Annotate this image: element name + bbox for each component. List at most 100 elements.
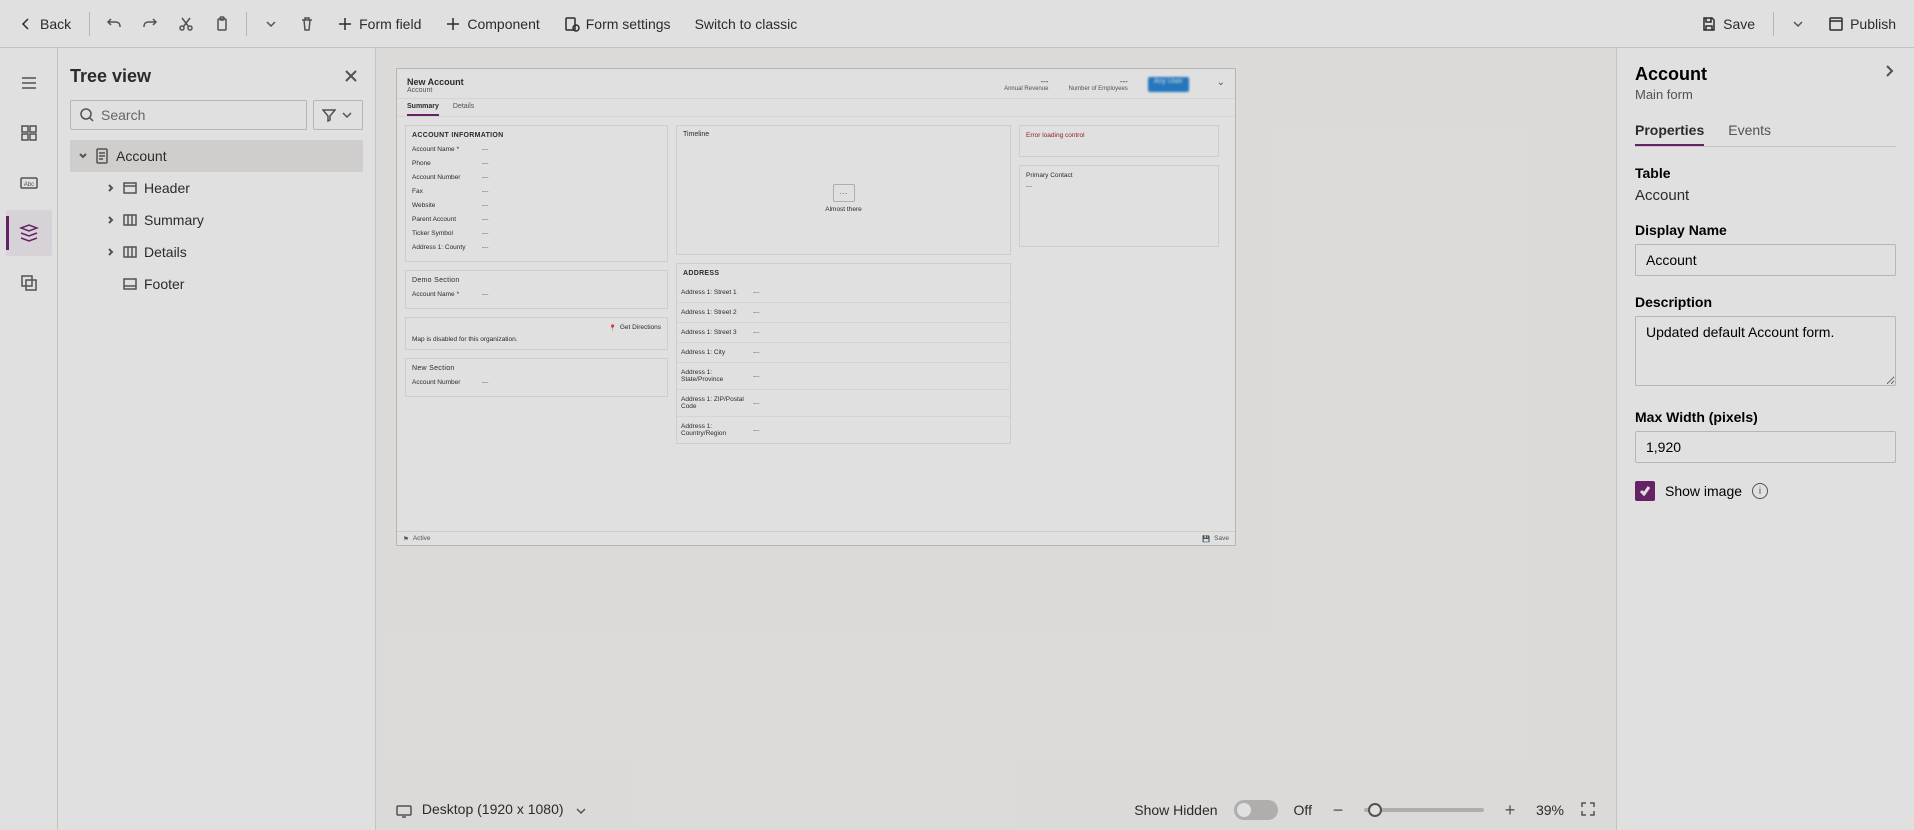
field-row[interactable]: Fax--- (412, 185, 661, 199)
header-field-label: Number of Employees (1068, 86, 1127, 92)
section-map[interactable]: 📍Get Directions Map is disabled for this… (405, 317, 668, 350)
zoom-out-button[interactable]: − (1328, 800, 1348, 821)
error-control[interactable]: Error loading control (1019, 125, 1219, 157)
field-row[interactable]: Address 1: Street 1--- (677, 283, 1010, 303)
form-preview[interactable]: New Account Account --- Annual Revenue -… (396, 68, 1236, 546)
section-demo[interactable]: Demo Section Account Name* --- (405, 270, 668, 309)
delete-icon[interactable] (291, 8, 323, 40)
prop-subtitle: Main form (1635, 87, 1707, 102)
back-button[interactable]: Back (8, 10, 81, 38)
field-row[interactable]: Account Number --- (412, 376, 661, 390)
section-title: New Section (412, 365, 661, 372)
field-row[interactable]: Parent Account--- (412, 213, 661, 227)
rail-abc-icon[interactable]: Abc (6, 160, 52, 206)
undo-icon[interactable] (98, 8, 130, 40)
field-row[interactable]: Account Name*--- (412, 143, 661, 157)
field-row[interactable]: Account Name* --- (412, 288, 661, 302)
preview-subtitle: Account (407, 87, 464, 94)
separator (89, 12, 90, 36)
zoom-in-button[interactable]: + (1500, 800, 1520, 821)
field-value: --- (753, 373, 760, 380)
maxwidth-input[interactable] (1635, 431, 1896, 463)
save-button[interactable]: Save (1691, 10, 1765, 38)
field-row[interactable]: Ticker Symbol--- (412, 227, 661, 241)
field-row[interactable]: Address 1: State/Province--- (677, 363, 1010, 390)
tree-item-label: Header (144, 180, 190, 196)
separator (246, 12, 247, 36)
field-row[interactable]: Address 1: ZIP/Postal Code--- (677, 390, 1010, 417)
publish-button[interactable]: Publish (1818, 10, 1906, 38)
tree-item-account[interactable]: Account (70, 140, 363, 172)
filter-button[interactable] (313, 100, 363, 130)
section-new[interactable]: New Section Account Number --- (405, 358, 668, 397)
zoom-slider[interactable] (1364, 808, 1484, 812)
section-timeline[interactable]: Timeline ··· Almost there (676, 125, 1011, 255)
publish-label: Publish (1850, 16, 1896, 32)
display-name-input[interactable] (1635, 244, 1896, 276)
section-title: Demo Section (412, 277, 661, 284)
properties-panel: Account Main form Properties Events Tabl… (1616, 48, 1914, 830)
form-field-button[interactable]: Form field (327, 10, 431, 38)
show-image-checkbox[interactable] (1635, 481, 1655, 501)
description-label: Description (1635, 294, 1896, 310)
rail-form-libraries-icon[interactable] (6, 260, 52, 306)
field-row[interactable]: Account Number--- (412, 171, 661, 185)
rail-tree-icon[interactable] (6, 210, 52, 256)
description-input[interactable] (1635, 316, 1896, 386)
section-primary-contact[interactable]: Primary Contact --- (1019, 165, 1219, 247)
timeline-loading-icon: ··· (833, 184, 855, 202)
field-value: --- (482, 244, 489, 251)
save-dropdown-icon[interactable] (1782, 8, 1814, 40)
field-value: --- (482, 160, 489, 167)
close-icon[interactable] (339, 64, 363, 88)
section-address[interactable]: ADDRESS Address 1: Street 1---Address 1:… (676, 263, 1011, 444)
field-row[interactable]: Address 1: Street 2--- (677, 303, 1010, 323)
rail-components-icon[interactable] (6, 110, 52, 156)
search-icon (79, 107, 95, 123)
field-label: Address 1: City (681, 349, 753, 356)
form-settings-button[interactable]: Form settings (554, 10, 681, 38)
tree-item-header[interactable]: Header (70, 172, 363, 204)
field-label: Address 1: Street 3 (681, 329, 753, 336)
header-field-value: --- (1068, 77, 1127, 86)
field-label: Address 1: County (412, 244, 465, 251)
fit-screen-icon[interactable] (1580, 801, 1596, 820)
search-input[interactable] (101, 107, 298, 123)
preview-tabs: Summary Details (397, 99, 1235, 117)
device-selector[interactable]: Desktop (1920 x 1080) (396, 801, 595, 818)
field-row[interactable]: Address 1: County --- (412, 241, 661, 255)
field-row[interactable]: Address 1: Country/Region--- (677, 417, 1010, 443)
component-button[interactable]: Component (435, 10, 549, 38)
get-directions-link[interactable]: 📍Get Directions (412, 324, 661, 332)
tab-events[interactable]: Events (1728, 116, 1771, 146)
info-icon[interactable]: i (1752, 483, 1768, 499)
tab-icon (122, 212, 138, 228)
rail-menu-icon[interactable] (6, 60, 52, 106)
tree-item-footer[interactable]: Footer (70, 268, 363, 300)
field-row[interactable]: Address 1: Street 3--- (677, 323, 1010, 343)
form-settings-label: Form settings (586, 16, 671, 32)
search-input-wrapper[interactable] (70, 100, 307, 130)
cut-icon[interactable] (170, 8, 202, 40)
chevron-right-icon (106, 212, 116, 228)
chevron-down-icon[interactable]: ⌄ (1217, 77, 1225, 92)
preview-tab-summary[interactable]: Summary (407, 103, 439, 116)
switch-classic-button[interactable]: Switch to classic (685, 10, 808, 38)
tab-properties[interactable]: Properties (1635, 116, 1704, 146)
collapse-icon[interactable] (1882, 64, 1896, 83)
paste-icon[interactable] (206, 8, 238, 40)
field-label: Address 1: ZIP/Postal Code (681, 396, 753, 410)
section-account-info[interactable]: ACCOUNT INFORMATION Account Name*---Phon… (405, 125, 668, 262)
chevron-down-icon[interactable] (255, 8, 287, 40)
field-row[interactable]: Address 1: City--- (677, 343, 1010, 363)
tree-item-details[interactable]: Details (70, 236, 363, 268)
preview-tab-details[interactable]: Details (453, 103, 474, 116)
tree-item-summary[interactable]: Summary (70, 204, 363, 236)
footer-save[interactable]: Save (1214, 535, 1229, 542)
field-value: --- (482, 216, 489, 223)
field-row[interactable]: Phone--- (412, 157, 661, 171)
show-hidden-toggle[interactable] (1234, 800, 1278, 820)
field-row[interactable]: Website--- (412, 199, 661, 213)
footer-status: Active (413, 535, 431, 542)
redo-icon[interactable] (134, 8, 166, 40)
